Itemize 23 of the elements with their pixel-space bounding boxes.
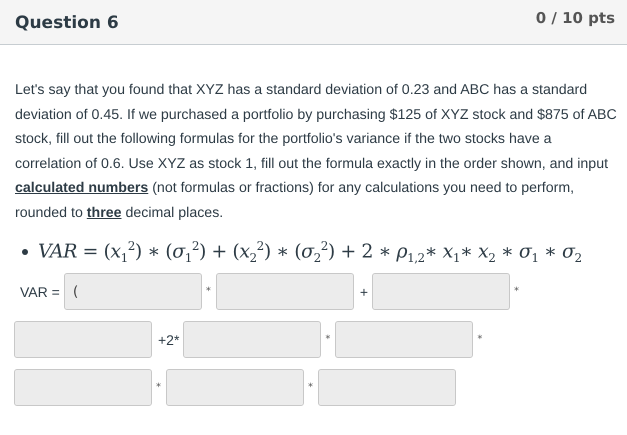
operator-label: * [206, 286, 211, 298]
variance-formula: VAR = (x$_{1}$$^{2}$) ∗ (σ$_{1}$$^{2}$) + (x$_{2}$$^{2}$) ∗ (σ$_{2}$$^{2}$) + 2 ∗ ρ$_{1,2}$∗ x$_{1}$∗ x$_{2}$ ∗ σ$_{1}$ ∗ σ$_{2}$ [38, 239, 582, 266]
points-label: 0 / 10 pts [536, 9, 615, 27]
operator-label: * [325, 334, 330, 346]
question-title: Question 6 [15, 13, 119, 33]
operator-label: * [156, 382, 161, 394]
answer-field[interactable] [216, 273, 354, 310]
answer-field[interactable] [318, 369, 456, 406]
answer-field[interactable] [14, 369, 152, 406]
question-text: Let's say that you found that XYZ has a standard deviation of 0.23 and ABC has a standard deviation of 0.45. If we purchased a portfolio by purchasing $125 of XYZ stock and $875 of ABC stock, fill out the following formulas for the portfolio's variance if the two stocks have a correlation of 0.6. Use XYZ as stock 1, fill out the formula exactly in the order shown, and input calculated numbers (not formulas or fractions) for any calculations you need to perform, rounded to three decimal places. [15, 81, 617, 222]
operator-label: * [514, 286, 519, 298]
formula-label: VAR = [20, 284, 60, 300]
answer-field[interactable] [335, 321, 474, 358]
formula-label: +2* [158, 332, 180, 348]
bullet-icon [22, 249, 28, 256]
answer-field[interactable] [166, 369, 304, 406]
answer-field[interactable] [372, 273, 510, 310]
formula-label: + [360, 284, 368, 300]
operator-label: * [477, 334, 482, 346]
operator-label: * [308, 382, 313, 394]
answer-field[interactable]: ( [64, 273, 202, 310]
answer-field[interactable] [14, 321, 152, 358]
answer-field[interactable] [183, 321, 322, 358]
